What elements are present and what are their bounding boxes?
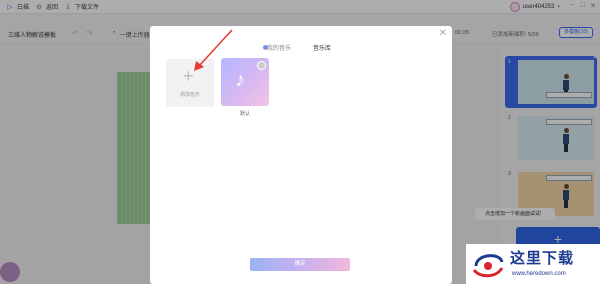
watermark-url: www.heredown.com: [512, 271, 566, 277]
music-dialog: ✕ 我的音乐 音乐库 + 添加音乐 ♪ 默认 确定: [150, 26, 452, 284]
watermark-logo-icon: [472, 254, 504, 278]
annotation-arrow-icon: [194, 29, 233, 71]
watermark: 这里下载 www.heredown.com: [466, 244, 600, 284]
watermark-text: 这里下载: [510, 249, 575, 267]
